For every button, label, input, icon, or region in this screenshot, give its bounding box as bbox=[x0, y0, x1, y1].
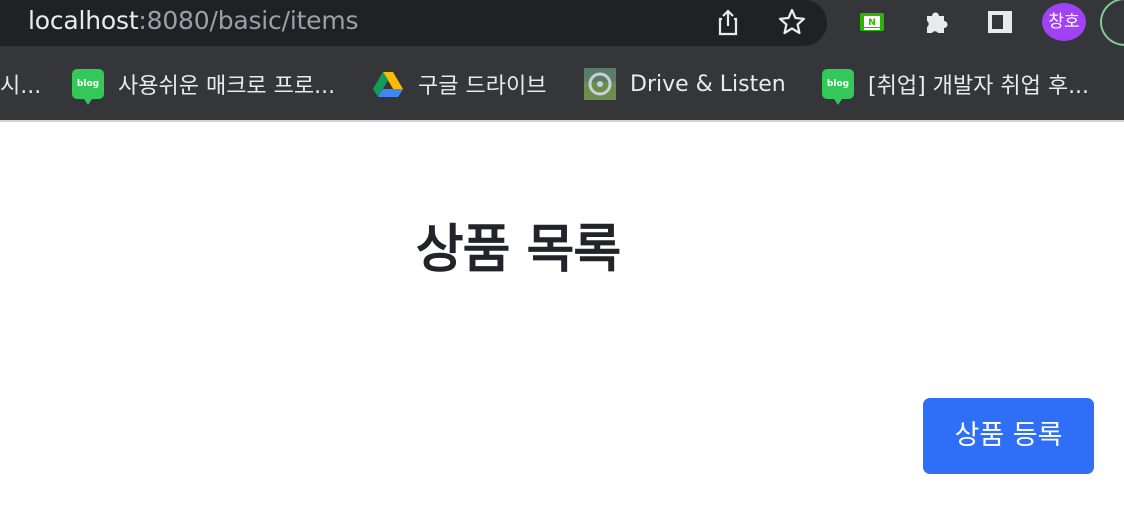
blog-icon: blog bbox=[72, 69, 104, 105]
add-item-button[interactable]: 상품 등록 bbox=[923, 398, 1094, 474]
extension-badge-text: N bbox=[868, 18, 876, 28]
bookmark-label: [취업] 개발자 취업 후... bbox=[868, 74, 1090, 99]
google-drive-icon bbox=[372, 68, 404, 100]
bookmark-item[interactable]: 시... bbox=[0, 67, 41, 101]
page-title: 상품 목록 bbox=[415, 220, 621, 280]
bookmark-label: Drive & Listen bbox=[630, 71, 786, 97]
bookmarks-bar: 시... blog 사용쉬운 매크로 프로... 구글 드라이브 Drive &… bbox=[0, 50, 1124, 120]
share-icon[interactable] bbox=[711, 6, 745, 38]
bookmark-label: 사용쉬운 매크로 프로... bbox=[118, 74, 336, 99]
blog-icon: blog bbox=[822, 69, 854, 105]
url-host: localhost bbox=[28, 6, 139, 35]
bookmark-label: 시... bbox=[0, 74, 42, 99]
drive-listen-icon bbox=[584, 68, 616, 100]
extension-n-icon[interactable]: N bbox=[855, 6, 889, 38]
bookmark-label: 구글 드라이브 bbox=[418, 74, 547, 99]
avatar[interactable]: 창호 bbox=[1042, 3, 1086, 41]
divider bbox=[0, 120, 1124, 122]
url-text[interactable]: localhost:8080/basic/items bbox=[28, 6, 359, 35]
bookmark-item[interactable]: 구글 드라이브 bbox=[372, 67, 546, 101]
browser-toolbar: localhost:8080/basic/items N 창호 bbox=[0, 0, 1124, 50]
puzzle-icon[interactable] bbox=[919, 6, 953, 38]
bookmark-item[interactable]: blog [취업] 개발자 취업 후... bbox=[822, 67, 1090, 105]
star-icon[interactable] bbox=[775, 6, 809, 38]
bookmark-item[interactable]: blog 사용쉬운 매크로 프로... bbox=[72, 67, 336, 105]
url-path: :8080/basic/items bbox=[138, 6, 359, 35]
profile-ring[interactable] bbox=[1100, 0, 1124, 46]
bookmark-item[interactable]: Drive & Listen bbox=[584, 67, 786, 101]
sidepanel-icon[interactable] bbox=[983, 6, 1017, 38]
